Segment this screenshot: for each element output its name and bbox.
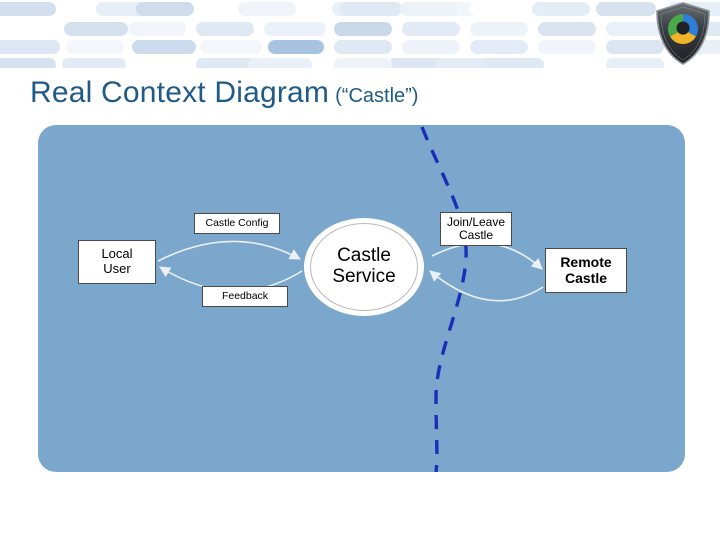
header-brick	[268, 40, 324, 54]
header-brick	[538, 40, 596, 54]
header-brick	[66, 40, 124, 54]
header-brick	[0, 40, 60, 54]
header-brick	[400, 2, 458, 16]
header-brick	[334, 40, 392, 54]
header-brick	[470, 40, 528, 54]
castle-service-label: Castle Service	[304, 218, 424, 316]
header-brick	[136, 2, 194, 16]
header-brick	[402, 22, 460, 36]
header-brick	[128, 22, 186, 36]
flow-arrow-config	[157, 240, 301, 262]
shield-logo-icon	[656, 2, 710, 65]
diagram-panel: Local User Castle Service Remote Castle …	[38, 125, 685, 472]
node-local-user[interactable]: Local User	[78, 240, 156, 284]
node-local-user-line2: User	[103, 261, 131, 276]
header-brick	[238, 2, 296, 16]
flow-label-castle-config: Castle Config	[194, 213, 280, 234]
header-brick	[0, 58, 56, 68]
flow-label-join-leave-castle: Join/Leave Castle	[440, 212, 512, 246]
header-brick	[334, 22, 392, 36]
header-brick	[64, 22, 128, 36]
header-brick	[200, 40, 262, 54]
node-remote-castle[interactable]: Remote Castle	[545, 248, 627, 293]
page-title-main: Real Context Diagram	[30, 76, 330, 109]
node-castle-service-line1: Castle	[337, 245, 391, 267]
header-brick	[470, 22, 528, 36]
page-title-sub: (“Castle”)	[335, 85, 419, 107]
page-title: Real Context Diagram (“Castle”)	[30, 76, 418, 110]
header-brick	[248, 58, 312, 68]
flow-label-join-leave-line2: Castle	[458, 228, 493, 242]
node-castle-service[interactable]: Castle Service	[304, 218, 424, 316]
node-local-user-line1: Local	[101, 246, 133, 262]
header-brick	[482, 58, 544, 68]
node-castle-service-line2: Service	[332, 266, 396, 287]
system-boundary-dashed-line	[420, 126, 468, 472]
header-brick	[0, 2, 56, 16]
header-brick	[340, 2, 402, 16]
header-brick	[132, 40, 196, 54]
header-brick	[334, 58, 392, 68]
header-brick	[196, 22, 254, 36]
header-brick	[532, 2, 590, 16]
node-remote-castle-line1: Remote	[560, 253, 612, 270]
header-brick	[538, 22, 596, 36]
node-remote-castle-line2: Castle	[564, 269, 607, 286]
header-brick	[264, 22, 326, 36]
header-brick	[402, 40, 460, 54]
header-brick	[62, 58, 126, 68]
header-brick	[596, 2, 656, 16]
header-decorative-band	[0, 0, 720, 68]
flow-arrow-remote-response	[429, 270, 544, 302]
flow-label-feedback: Feedback	[202, 286, 288, 307]
flow-arrow-join-leave	[431, 242, 543, 270]
header-brick	[470, 2, 514, 16]
